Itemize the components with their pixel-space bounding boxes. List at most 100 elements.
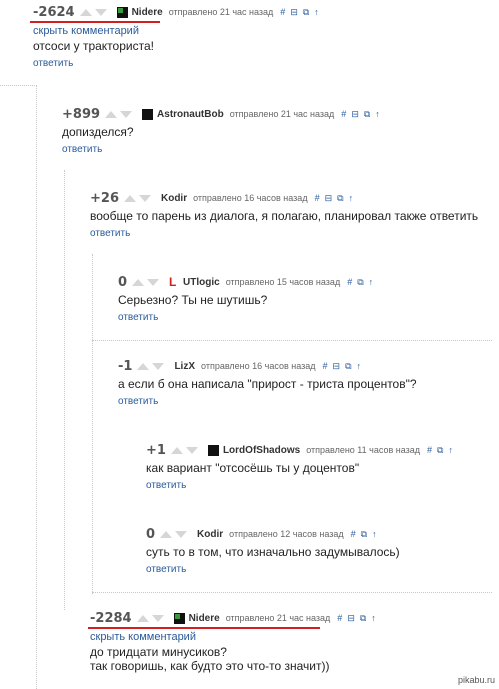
downvote-icon[interactable]	[120, 110, 133, 118]
upvote-icon[interactable]	[160, 530, 173, 538]
thread-separator	[92, 592, 492, 593]
link-icon[interactable]: #	[351, 529, 356, 540]
reply-link[interactable]: ответить	[118, 311, 158, 325]
comment-time: отправлено 21 час назад	[229, 109, 335, 119]
hide-comment-link[interactable]: скрыть комментарий	[90, 630, 196, 644]
parent-arrow-icon[interactable]: ↑	[375, 109, 380, 120]
downvote-icon[interactable]	[147, 278, 160, 286]
downvote-icon[interactable]	[94, 8, 107, 16]
comment: +899 AstronautBob отправлено 21 час наза…	[62, 105, 380, 157]
copy-icon[interactable]: ⧉	[364, 109, 370, 120]
upvote-icon[interactable]	[123, 194, 136, 202]
comment-text: отсоси у тракториста!	[33, 39, 154, 53]
comment-score: 0	[118, 274, 128, 290]
comment: +26 Kodir отправлено 16 часов назад # ⊟ …	[90, 189, 478, 241]
upvote-icon[interactable]	[105, 110, 118, 118]
link-icon[interactable]: #	[341, 109, 346, 120]
avatar-icon	[116, 6, 128, 18]
link-icon[interactable]: #	[337, 613, 342, 624]
reply-link[interactable]: ответить	[118, 395, 158, 409]
watermark: pikabu.ru	[457, 675, 495, 685]
red-l-avatar-icon: L	[169, 274, 177, 289]
comment-text: суть то в том, что изначально задумывало…	[146, 545, 400, 559]
comment-author[interactable]: AstronautBob	[157, 109, 224, 120]
comment-author[interactable]: Nidere	[132, 7, 163, 18]
comment-score: +1	[146, 442, 166, 458]
comment-author[interactable]: UTlogic	[183, 277, 220, 288]
comment-time: отправлено 16 часов назад	[193, 193, 308, 203]
copy-icon[interactable]: ⧉	[361, 529, 367, 540]
comment-author[interactable]: Nidere	[189, 613, 220, 624]
comment-score: -2284	[90, 610, 132, 626]
link-icon[interactable]: #	[315, 193, 320, 204]
reply-link[interactable]: ответить	[33, 57, 73, 71]
comment-score: +899	[62, 106, 101, 122]
comment: +1 LordOfShadows отправлено 11 часов наз…	[146, 441, 453, 493]
copy-icon[interactable]: ⧉	[303, 7, 309, 18]
parent-arrow-icon[interactable]: ↑	[372, 529, 377, 540]
hide-comment-link[interactable]: скрыть комментарий	[33, 24, 139, 38]
downvote-icon[interactable]	[138, 194, 151, 202]
reply-link[interactable]: ответить	[90, 227, 130, 241]
reply-link[interactable]: ответить	[62, 143, 102, 157]
copy-icon[interactable]: ⧉	[437, 445, 443, 456]
minimize-icon[interactable]: ⊟	[333, 361, 341, 372]
parent-arrow-icon[interactable]: ↑	[369, 277, 374, 288]
thread-separator	[0, 85, 37, 86]
avatar-icon	[173, 612, 185, 624]
highlight-underline	[88, 627, 320, 629]
thread-line	[92, 254, 93, 594]
comment-text: так говоришь, как будто это что-то значи…	[90, 659, 330, 673]
parent-arrow-icon[interactable]: ↑	[371, 613, 376, 624]
downvote-icon[interactable]	[175, 530, 188, 538]
comment-text: а если б она написала "прирост - триста …	[118, 377, 417, 391]
link-icon[interactable]: #	[427, 445, 432, 456]
comment-time: отправлено 12 часов назад	[229, 529, 344, 539]
copy-icon[interactable]: ⧉	[360, 613, 366, 624]
comment-author[interactable]: Kodir	[161, 193, 187, 204]
thread-separator	[92, 340, 492, 341]
thread-line	[64, 170, 65, 610]
minimize-icon[interactable]: ⊟	[351, 109, 359, 120]
upvote-icon[interactable]	[132, 278, 145, 286]
upvote-icon[interactable]	[79, 8, 92, 16]
highlight-underline	[30, 21, 160, 23]
comment-score: -1	[118, 358, 133, 374]
comment-text: допизделся?	[62, 125, 134, 139]
parent-arrow-icon[interactable]: ↑	[349, 193, 354, 204]
parent-arrow-icon[interactable]: ↑	[448, 445, 453, 456]
reply-link[interactable]: ответить	[146, 479, 186, 493]
downvote-icon[interactable]	[151, 614, 164, 622]
downvote-icon[interactable]	[152, 362, 165, 370]
comment-time: отправлено 16 часов назад	[201, 361, 316, 371]
reply-link[interactable]: ответить	[146, 563, 186, 577]
link-icon[interactable]: #	[280, 7, 285, 18]
comment-author[interactable]: Kodir	[197, 529, 223, 540]
thread-line	[36, 86, 37, 689]
parent-arrow-icon[interactable]: ↑	[314, 7, 319, 18]
link-icon[interactable]: #	[323, 361, 328, 372]
upvote-icon[interactable]	[137, 362, 150, 370]
comment-score: -2624	[33, 4, 75, 20]
downvote-icon[interactable]	[185, 446, 198, 454]
minimize-icon[interactable]: ⊟	[347, 613, 355, 624]
parent-arrow-icon[interactable]: ↑	[357, 361, 362, 372]
comment-time: отправлено 21 час назад	[225, 613, 331, 623]
comment: -1 LizX отправлено 16 часов назад # ⊟ ⧉ …	[118, 357, 417, 409]
comment-author[interactable]: LizX	[174, 361, 195, 372]
comment-time: отправлено 11 часов назад	[306, 445, 420, 455]
comment-author[interactable]: LordOfShadows	[223, 445, 300, 456]
copy-icon[interactable]: ⧉	[357, 277, 363, 288]
comment-text: Серьезно? Ты не шутишь?	[118, 293, 268, 307]
upvote-icon[interactable]	[136, 614, 149, 622]
link-icon[interactable]: #	[347, 277, 352, 288]
comment: -2284 Nidere отправлено 21 час назад # ⊟…	[90, 609, 376, 674]
comment-text: вообще то парень из диалога, я полагаю, …	[90, 209, 479, 223]
comment-time: отправлено 15 часов назад	[225, 277, 341, 287]
copy-icon[interactable]: ⧉	[345, 361, 351, 372]
minimize-icon[interactable]: ⊟	[325, 193, 333, 204]
minimize-icon[interactable]: ⊟	[290, 7, 298, 18]
comment: 0 Kodir отправлено 12 часов назад # ⧉ ↑ …	[146, 525, 400, 577]
copy-icon[interactable]: ⧉	[337, 193, 343, 204]
upvote-icon[interactable]	[170, 446, 183, 454]
